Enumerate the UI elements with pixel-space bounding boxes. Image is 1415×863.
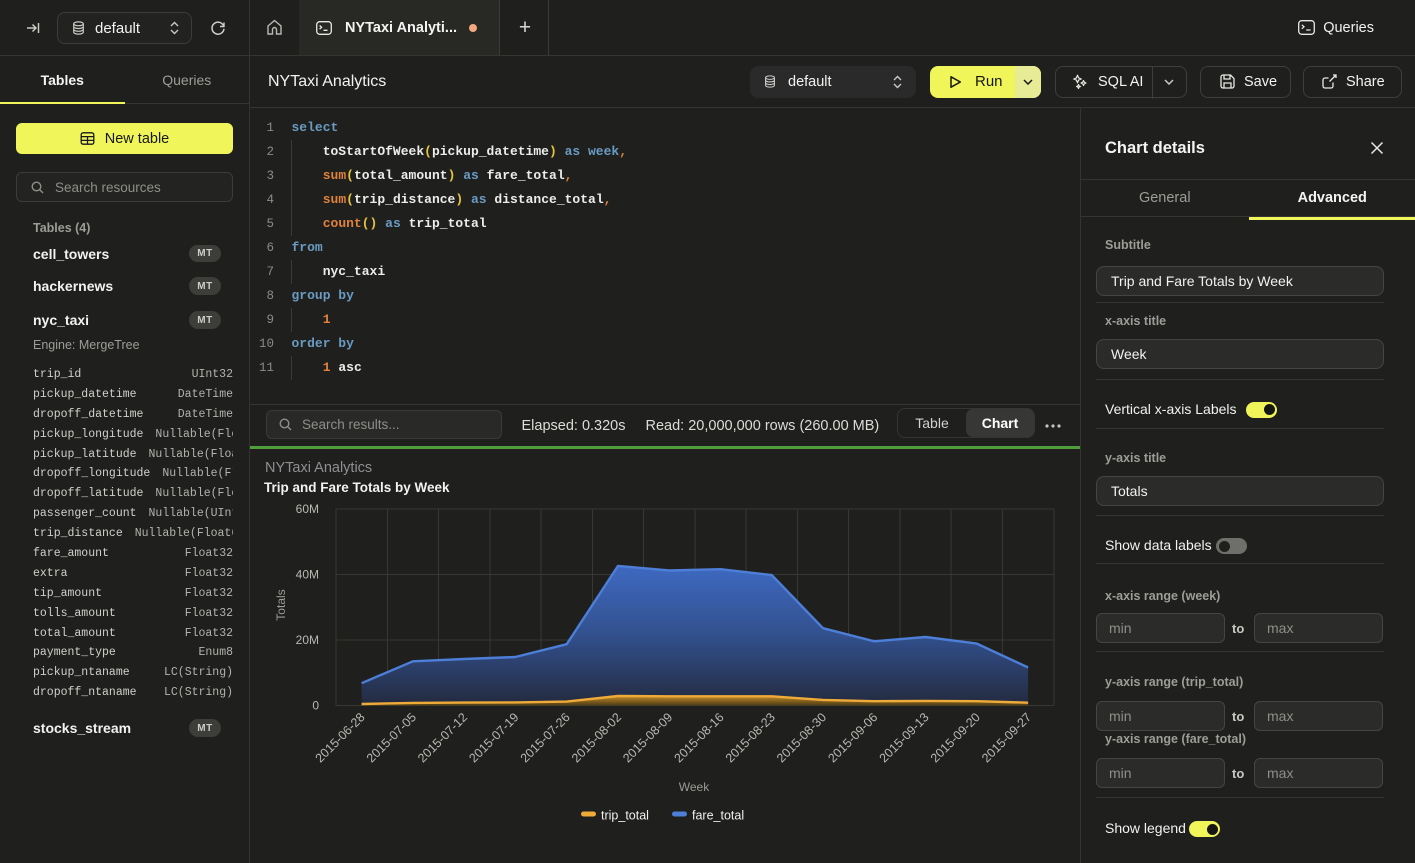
- svg-text:2015-08-02: 2015-08-02: [569, 710, 624, 765]
- svg-text:2015-08-16: 2015-08-16: [672, 710, 727, 765]
- svg-text:2015-09-27: 2015-09-27: [979, 710, 1034, 765]
- svg-text:trip_total: trip_total: [601, 809, 649, 823]
- svg-text:2015-09-06: 2015-09-06: [825, 710, 880, 765]
- svg-text:Week: Week: [679, 780, 710, 794]
- svg-text:2015-08-23: 2015-08-23: [723, 710, 778, 765]
- svg-text:2015-07-19: 2015-07-19: [466, 710, 521, 765]
- svg-text:60M: 60M: [296, 502, 319, 516]
- svg-text:2015-07-26: 2015-07-26: [518, 710, 573, 765]
- svg-text:2015-07-05: 2015-07-05: [364, 710, 419, 765]
- svg-text:0: 0: [312, 699, 319, 713]
- svg-text:2015-09-20: 2015-09-20: [928, 710, 983, 765]
- svg-text:Trip and Fare Totals by Week: Trip and Fare Totals by Week: [264, 480, 450, 495]
- svg-text:2015-08-09: 2015-08-09: [620, 710, 675, 765]
- svg-text:20M: 20M: [296, 633, 319, 647]
- svg-text:NYTaxi Analytics: NYTaxi Analytics: [265, 460, 372, 476]
- svg-text:2015-07-12: 2015-07-12: [415, 710, 470, 765]
- svg-text:2015-06-28: 2015-06-28: [313, 710, 368, 765]
- svg-text:Totals: Totals: [274, 589, 288, 620]
- svg-text:2015-08-30: 2015-08-30: [774, 710, 829, 765]
- svg-text:2015-09-13: 2015-09-13: [877, 710, 932, 765]
- svg-text:40M: 40M: [296, 568, 319, 582]
- svg-text:fare_total: fare_total: [692, 809, 744, 823]
